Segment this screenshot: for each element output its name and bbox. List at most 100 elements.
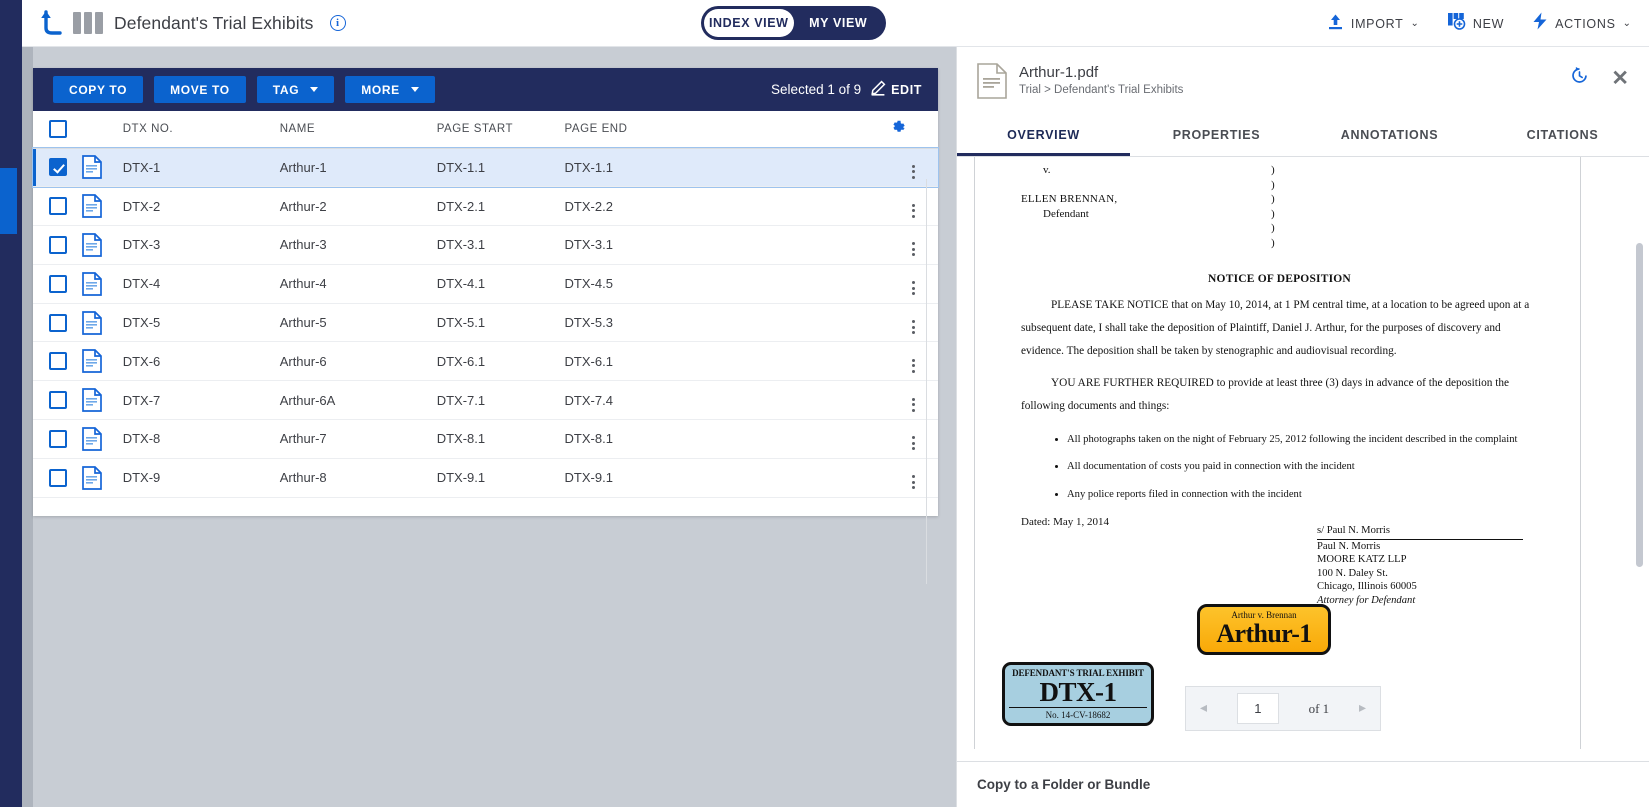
table-row[interactable]: DTX-3 Arthur-3 DTX-3.1 DTX-3.1 [33, 225, 938, 265]
table-row[interactable]: DTX-4 Arthur-4 DTX-4.1 DTX-4.5 [33, 264, 938, 304]
row-select-cell [33, 380, 83, 421]
caption-party-role: Defendant [1043, 207, 1089, 220]
info-icon[interactable]: i [329, 15, 346, 31]
signature-firm: MOORE KATZ LLP [1317, 554, 1407, 566]
chevron-down-icon: ⌄ [1622, 18, 1631, 29]
column-header-name[interactable]: NAME [279, 111, 437, 149]
table-row[interactable]: DTX-8 Arthur-7 DTX-8.1 DTX-8.1 [33, 419, 938, 459]
row-checkbox[interactable] [49, 429, 67, 448]
top-bar: Defendant's Trial Exhibits i INDEX VIEW … [0, 0, 1649, 47]
actions-button[interactable]: ACTIONS ⌄ [1532, 12, 1631, 35]
row-checkbox[interactable] [49, 158, 67, 177]
close-icon[interactable]: ✕ [1611, 68, 1629, 89]
version-history-icon[interactable] [1570, 66, 1589, 90]
edit-label: EDIT [891, 82, 922, 97]
row-select-cell [33, 341, 83, 382]
next-page-button[interactable]: ▸ [1359, 700, 1366, 717]
preview-body: v. )) ELLEN BRENNAN, Defendant )))) NOTI… [957, 157, 1649, 794]
tab-overview[interactable]: OVERVIEW [957, 118, 1130, 156]
row-overflow-menu-icon[interactable] [912, 397, 916, 412]
column-header-page-end[interactable]: PAGE END [564, 111, 890, 149]
row-checkbox[interactable] [49, 235, 67, 254]
previous-page-button[interactable]: ◂ [1200, 700, 1207, 717]
document-icon [82, 349, 122, 374]
left-rail [0, 47, 22, 807]
document-icon [82, 427, 122, 451]
row-checkbox[interactable] [49, 391, 67, 410]
cell-dtx-no: DTX-8 [122, 419, 280, 459]
row-overflow-menu-icon[interactable] [912, 358, 916, 373]
caption-party-block: ELLEN BRENNAN, Defendant [1021, 192, 1271, 250]
caption-line-v: v. )) [1021, 163, 1538, 192]
cell-page-start: DTX-5.1 [436, 303, 565, 343]
exhibit-stamp-arthur[interactable]: Arthur v. Brennan Arthur-1 [1197, 604, 1331, 655]
row-checkbox[interactable] [49, 313, 67, 332]
row-checkbox[interactable] [49, 468, 67, 487]
tab-properties[interactable]: PROPERTIES [1130, 118, 1303, 156]
cell-page-end: DTX-3.1 [564, 225, 890, 265]
cell-name: Arthur-6A [279, 380, 437, 421]
cell-page-start: DTX-8.1 [436, 419, 565, 459]
row-file-icon-cell [82, 419, 123, 459]
row-select-cell [33, 148, 83, 188]
page-number-input[interactable] [1236, 693, 1279, 724]
tab-my-view[interactable]: MY VIEW [794, 9, 884, 37]
document-signature-block: s/ Paul N. Morris Paul N. Morris MOORE K… [1317, 524, 1538, 608]
document-preview-panel: Arthur-1.pdf Trial > Defendant's Trial E… [956, 47, 1649, 807]
table-row[interactable]: DTX-1 Arthur-1 DTX-1.1 DTX-1.1 [32, 147, 939, 188]
table-row[interactable]: DTX-6 Arthur-6 DTX-6.1 DTX-6.1 [33, 341, 938, 382]
table-row[interactable]: DTX-7 Arthur-6A DTX-7.1 DTX-7.4 [33, 380, 938, 421]
column-header-page-start[interactable]: PAGE START [436, 111, 565, 149]
move-to-button[interactable]: MOVE TO [154, 76, 246, 103]
selected-count-label: Selected 1 of 9 [771, 82, 862, 97]
edit-selection-button[interactable]: EDIT [870, 80, 922, 99]
page-navigator: ◂ of 1 ▸ [1185, 686, 1381, 731]
row-overflow-menu-icon[interactable] [912, 242, 916, 257]
left-rail-divider-strip [22, 47, 33, 807]
cell-name: Arthur-2 [279, 186, 437, 227]
row-menu-cell [889, 458, 938, 498]
gear-icon[interactable] [890, 120, 907, 139]
select-all-checkbox[interactable] [49, 120, 67, 139]
row-checkbox[interactable] [49, 352, 67, 371]
preview-scrollbar-thumb[interactable] [1636, 243, 1643, 567]
row-file-icon-cell [82, 148, 123, 188]
caption-paren: )))) [1271, 193, 1275, 249]
cell-page-start: DTX-7.1 [436, 380, 565, 421]
row-overflow-menu-icon[interactable] [912, 436, 916, 451]
row-file-icon-cell [82, 264, 123, 304]
tab-annotations[interactable]: ANNOTATIONS [1303, 118, 1476, 156]
more-button[interactable]: MORE [345, 76, 435, 103]
file-icon-header [82, 111, 123, 149]
table-row[interactable]: DTX-9 Arthur-8 DTX-9.1 DTX-9.1 [33, 458, 938, 498]
row-overflow-menu-icon[interactable] [912, 203, 916, 218]
table-row[interactable]: DTX-2 Arthur-2 DTX-2.1 DTX-2.2 [33, 186, 938, 227]
document-bullet: All documentation of costs you paid in c… [1067, 459, 1538, 475]
caption-versus: v. [1043, 164, 1051, 176]
view-mode-toggle[interactable]: INDEX VIEW MY VIEW [701, 6, 886, 40]
row-menu-cell [889, 225, 938, 265]
document-bullet-list: All photographs taken on the night of Fe… [1067, 432, 1538, 503]
row-overflow-menu-icon[interactable] [912, 320, 916, 335]
exhibit-stamp-arthur-label: Arthur-1 [1216, 619, 1312, 648]
tab-citations[interactable]: CITATIONS [1476, 118, 1649, 156]
preview-file-meta: Arthur-1.pdf Trial > Defendant's Trial E… [1019, 63, 1183, 96]
table-row[interactable]: DTX-5 Arthur-5 DTX-5.1 DTX-5.3 [33, 303, 938, 343]
tab-index-view[interactable]: INDEX VIEW [704, 9, 794, 37]
cell-page-end: DTX-9.1 [564, 458, 890, 498]
row-checkbox[interactable] [49, 274, 67, 293]
left-rail-active-indicator[interactable] [0, 168, 17, 234]
copy-to-button[interactable]: COPY TO [53, 76, 144, 103]
row-overflow-menu-icon[interactable] [912, 475, 916, 490]
new-button[interactable]: NEW [1447, 12, 1504, 35]
row-select-cell [33, 264, 83, 304]
column-header-dtx-no[interactable]: DTX NO. [122, 111, 280, 149]
new-label: NEW [1472, 16, 1505, 31]
exhibit-stamp-dtx[interactable]: DEFENDANT'S TRIAL EXHIBIT DTX-1 No. 14-C… [1002, 662, 1154, 726]
row-overflow-menu-icon[interactable] [912, 164, 916, 179]
row-overflow-menu-icon[interactable] [912, 281, 916, 296]
cell-name: Arthur-5 [279, 303, 437, 343]
row-checkbox[interactable] [49, 197, 67, 216]
tag-button[interactable]: TAG [256, 76, 335, 103]
import-button[interactable]: IMPORT ⌄ [1327, 13, 1419, 35]
